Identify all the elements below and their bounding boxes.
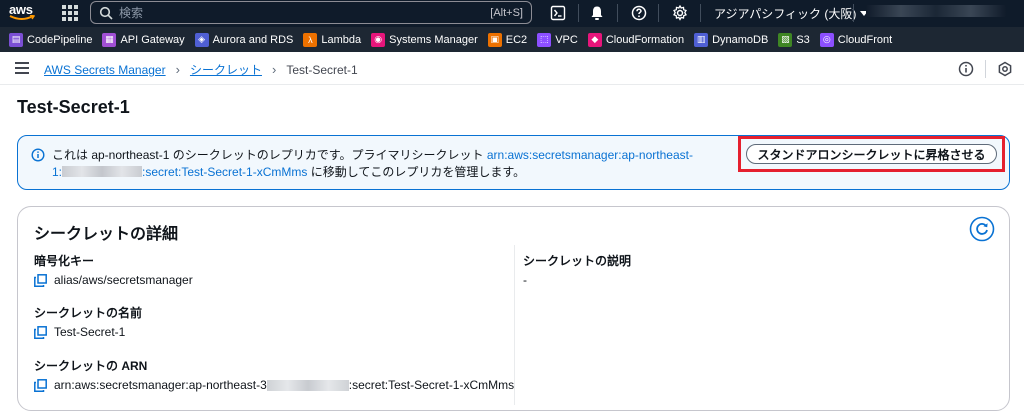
breadcrumb: AWS Secrets Manager › シークレット › Test-Secr… [44,61,358,78]
highlight-box: スタンドアロンシークレットに昇格させる [738,136,1005,172]
secret-arn-label: シークレットの ARN [34,359,148,373]
favorite-systems-manager[interactable]: ◉ Systems Manager [371,32,478,47]
favorite-aurora-rds[interactable]: ◈ Aurora and RDS [194,32,293,47]
secret-name-value: Test-Secret-1 [54,325,126,339]
feedback-settings-icon[interactable] [997,61,1013,77]
favorite-codepipeline[interactable]: ▤ CodePipeline [9,32,92,47]
favorite-cloudfront[interactable]: ◎ CloudFront [819,32,892,47]
api-gateway-icon: ▦ [102,32,117,47]
settings-gear-icon[interactable] [670,3,690,23]
aws-logo[interactable]: aws [9,3,39,23]
favorite-dynamodb[interactable]: ▥ DynamoDB [694,32,768,47]
lambda-icon: λ [303,32,318,47]
encryption-key-field: 暗号化キー alias/aws/secretsmanager [34,252,193,287]
card-title: シークレットの詳細 [34,226,179,243]
favorite-api-gateway[interactable]: ▦ API Gateway [102,32,185,47]
refresh-icon[interactable] [969,216,995,242]
account-redacted [866,5,1006,17]
search-placeholder: 検索 [119,6,144,20]
cloudformation-icon: ◆ [587,32,602,47]
services-grid-icon[interactable] [62,5,78,21]
menu-hamburger-icon[interactable] [15,62,29,74]
info-circle-icon [31,148,45,162]
secret-name-field: シークレットの名前 Test-Secret-1 [34,304,142,339]
secret-name-label: シークレットの名前 [34,306,143,320]
s3-icon: ▧ [778,32,793,47]
systems-manager-icon: ◉ [371,32,386,47]
top-navigation: aws 検索 [Alt+S] アジアパシフィック (大阪) [0,0,1024,27]
favorite-vpc[interactable]: ⬚ VPC [537,32,578,47]
page-title: Test-Secret-1 [17,97,130,117]
vpc-icon: ⬚ [537,32,552,47]
account-menu[interactable] [866,5,1006,17]
dynamodb-icon: ▥ [694,32,709,47]
help-icon[interactable] [629,3,649,23]
breadcrumb-link-secrets[interactable]: シークレット [190,61,262,78]
copy-icon[interactable] [34,325,47,339]
breadcrumb-link-secrets-manager[interactable]: AWS Secrets Manager [44,63,166,77]
favorites-bar: ▤ CodePipeline ▦ API Gateway ◈ Aurora and R… [0,27,1024,52]
codepipeline-icon: ▤ [9,32,23,47]
encryption-key-value: alias/aws/secretsmanager [54,273,193,287]
banner-message: これは ap-northeast-1 のシークレットのレプリカです。プライマリシ… [52,148,693,179]
cloudshell-icon[interactable] [548,3,568,23]
region-label: アジアパシフィック (大阪) [714,7,857,21]
breadcrumb-bar: AWS Secrets Manager › シークレット › Test-Secr… [0,52,1024,85]
encryption-key-label: 暗号化キー [34,254,95,268]
copy-icon[interactable] [34,273,47,287]
secret-details-card: シークレットの詳細 暗号化キー alias/aws/secretsmanager… [17,206,1010,411]
favorite-cloudformation[interactable]: ◆ CloudFormation [587,32,684,47]
info-icon[interactable] [958,61,974,77]
secret-arn-prefix: arn:aws:secretsmanager:ap-northeast-3 [54,378,267,392]
description-field: シークレットの説明 - [523,252,631,287]
column-divider [514,245,515,405]
secret-arn-suffix: :secret:Test-Secret-1-xCmMms [348,378,515,392]
search-bar[interactable]: 検索 [Alt+S] [90,1,532,24]
favorite-lambda[interactable]: λ Lambda [303,32,361,47]
rds-icon: ◈ [194,32,209,47]
cloudfront-icon: ◎ [819,32,834,47]
copy-icon[interactable] [34,378,47,392]
region-selector[interactable]: アジアパシフィック (大阪) [714,5,869,22]
notifications-bell-icon[interactable] [587,3,607,23]
redacted-account-id [62,166,143,177]
search-shortcut: [Alt+S] [490,6,523,19]
favorite-ec2[interactable]: ▣ EC2 [487,32,527,47]
breadcrumb-current: Test-Secret-1 [286,62,358,77]
search-icon [99,6,113,20]
description-label: シークレットの説明 [523,254,632,268]
secret-arn-field: シークレットの ARN arn:aws:secretsmanager:ap-no… [34,357,514,392]
redacted-account-id [266,379,349,391]
favorite-s3[interactable]: ▧ S3 [778,32,810,47]
description-value: - [523,273,527,287]
promote-to-standalone-button[interactable]: スタンドアロンシークレットに昇格させる [746,144,997,164]
chevron-right-icon: › [271,62,277,77]
ec2-icon: ▣ [487,32,502,47]
chevron-right-icon: › [175,62,180,77]
